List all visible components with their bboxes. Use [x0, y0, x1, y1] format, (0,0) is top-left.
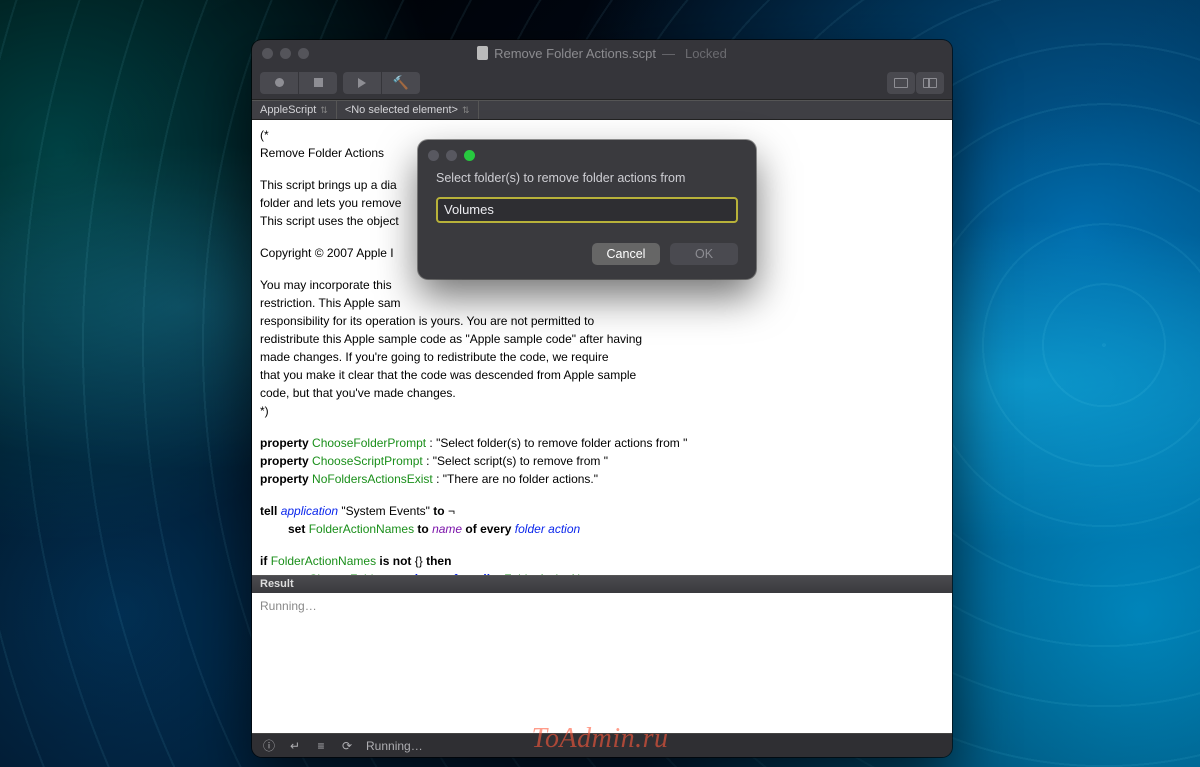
code-line: if FolderActionNames is not {} then: [260, 552, 944, 570]
traffic-lights: [262, 48, 309, 59]
minimize-icon[interactable]: [446, 150, 457, 161]
chevron-updown-icon: ⇅: [320, 105, 328, 116]
code-line: redistribute this Apple sample code as "…: [260, 330, 944, 348]
chevron-updown-icon: ⇅: [462, 105, 470, 116]
element-label: <No selected element>: [345, 104, 458, 116]
record-button[interactable]: [260, 72, 298, 94]
element-selector[interactable]: <No selected element> ⇅: [337, 101, 479, 119]
run-button[interactable]: [343, 72, 381, 94]
locked-label: Locked: [685, 46, 727, 61]
zoom-icon[interactable]: [298, 48, 309, 59]
code-line: tell application "System Events" to ¬: [260, 502, 944, 520]
view-split-button[interactable]: [916, 72, 944, 94]
code-line: set FolderActionNames to name of every f…: [260, 520, 944, 538]
status-text: Running…: [366, 739, 423, 753]
titlebar[interactable]: Remove Folder Actions.scpt — Locked: [252, 40, 952, 66]
description-icon[interactable]: ⓘ: [262, 737, 276, 754]
dialog-list[interactable]: Volumes: [436, 197, 738, 223]
code-line: responsibility for its operation is your…: [260, 312, 944, 330]
toolbar: 🔨: [252, 66, 952, 100]
minimize-icon[interactable]: [280, 48, 291, 59]
stop-button[interactable]: [299, 72, 337, 94]
language-label: AppleScript: [260, 104, 316, 116]
document-icon: [477, 46, 488, 60]
zoom-icon[interactable]: [464, 150, 475, 161]
code-line: property NoFoldersActionsExist : "There …: [260, 470, 944, 488]
code-line: property ChooseFolderPrompt : "Select fo…: [260, 434, 944, 452]
result-icon[interactable]: ↵: [288, 739, 302, 753]
status-bar: ⓘ ↵ ≡ ⟳ Running…: [252, 733, 952, 757]
close-icon[interactable]: [428, 150, 439, 161]
window-title: Remove Folder Actions.scpt — Locked: [252, 46, 952, 61]
result-area[interactable]: Running…: [252, 593, 952, 733]
result-text: Running…: [260, 599, 317, 613]
view-pane-button[interactable]: [887, 72, 915, 94]
result-header: Result: [252, 575, 952, 593]
code-line: set ChosenFolders to choose from list Fo…: [260, 570, 944, 575]
navigation-bar: AppleScript ⇅ <No selected element> ⇅: [252, 100, 952, 120]
compile-button[interactable]: 🔨: [382, 72, 420, 94]
close-icon[interactable]: [262, 48, 273, 59]
activity-icon: ⟳: [340, 739, 354, 753]
code-line: property ChooseScriptPrompt : "Select sc…: [260, 452, 944, 470]
code-line: *): [260, 402, 944, 420]
dialog-prompt: Select folder(s) to remove folder action…: [436, 171, 738, 185]
ok-button[interactable]: OK: [670, 243, 738, 265]
choose-from-list-dialog: Select folder(s) to remove folder action…: [418, 140, 756, 279]
window-title-text: Remove Folder Actions.scpt: [494, 46, 656, 61]
code-line: restriction. This Apple sam: [260, 294, 944, 312]
code-line: code, but that you've made changes.: [260, 384, 944, 402]
cancel-button[interactable]: Cancel: [592, 243, 660, 265]
log-icon[interactable]: ≡: [314, 739, 328, 753]
language-selector[interactable]: AppleScript ⇅: [252, 101, 337, 119]
code-line: that you make it clear that the code was…: [260, 366, 944, 384]
code-line: made changes. If you're going to redistr…: [260, 348, 944, 366]
list-item[interactable]: Volumes: [444, 202, 730, 217]
